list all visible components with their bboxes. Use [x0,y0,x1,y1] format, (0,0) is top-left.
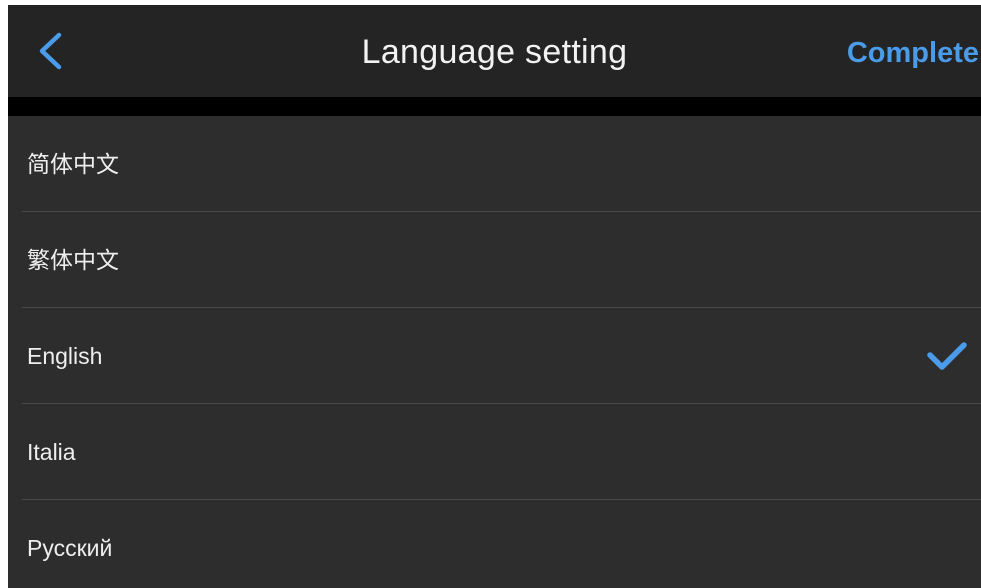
page-title: Language setting [361,33,628,71]
language-item-traditional-chinese[interactable]: 繁体中文 [8,212,981,308]
language-item-italian[interactable]: Italia [8,404,981,500]
language-item-simplified-chinese[interactable]: 简体中文 [8,116,981,212]
language-label: Русский [27,535,113,561]
language-item-russian[interactable]: Русский [8,500,981,588]
complete-button[interactable]: Complete [847,35,979,71]
header-bar: Language setting Complete [8,5,981,97]
language-setting-screen: Language setting Complete 简体中文 繁体中文 Engl… [8,5,981,588]
language-list: 简体中文 繁体中文 English Italia Русский [8,116,981,588]
language-item-english[interactable]: English [8,308,981,404]
language-label: 简体中文 [27,151,119,177]
checkmark-icon [925,338,969,374]
header-divider [8,97,981,116]
language-label: 繁体中文 [27,247,119,273]
language-label: Italia [27,439,76,465]
language-label: English [27,343,103,369]
